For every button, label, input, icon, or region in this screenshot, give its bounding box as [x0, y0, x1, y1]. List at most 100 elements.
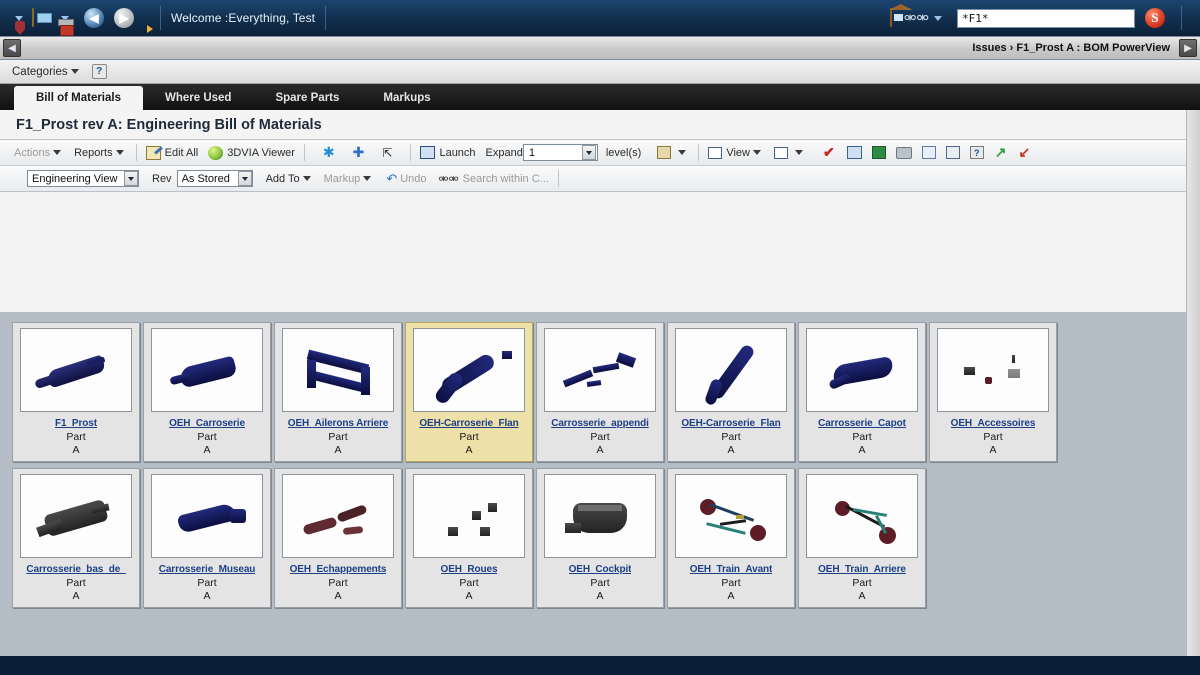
add-to-menu[interactable]: Add To — [266, 173, 300, 185]
part-name-link[interactable]: OEH_Echappements — [290, 564, 387, 575]
bom-card[interactable]: OEH_Roues Part A — [405, 468, 533, 608]
tab-where-used[interactable]: Where Used — [143, 86, 253, 110]
part-type: Part — [590, 431, 610, 443]
part-name-link[interactable]: OEH_Train_Arriere — [818, 564, 906, 575]
part-name-link[interactable]: Carrosserie_appendi — [551, 418, 649, 429]
binoculars-icon[interactable]: ⚮⚮ — [904, 9, 929, 28]
reports-chevron-down-icon[interactable] — [115, 150, 124, 155]
tab-bill-of-materials[interactable]: Bill of Materials — [14, 86, 143, 110]
layout-icon[interactable] — [773, 146, 788, 159]
reports-menu[interactable]: Reports — [74, 147, 113, 159]
undo-icon[interactable]: ↶ — [386, 171, 397, 187]
bom-card[interactable]: OEH_Ailerons Arriere Part A — [274, 322, 402, 462]
view-menu[interactable]: View — [726, 147, 750, 159]
part-revision: A — [203, 590, 211, 602]
apply-checkmark-icon[interactable]: ✔ — [823, 144, 835, 161]
expand-all-icon[interactable]: ↗ — [995, 144, 1007, 161]
part-revision: A — [203, 444, 211, 456]
part-name-link[interactable]: OEH_Ailerons Arriere — [288, 418, 388, 429]
part-name-link[interactable]: Carrosserie_Museau — [159, 564, 256, 575]
tab-markups[interactable]: Markups — [361, 86, 452, 110]
part-name-link[interactable]: OEH_Carroserie — [169, 418, 245, 429]
breadcrumb-forward-button[interactable]: ▶ — [1179, 39, 1197, 57]
vertical-scrollbar[interactable] — [1186, 110, 1200, 656]
engineering-view-chevron-down-icon[interactable] — [124, 171, 138, 186]
view-icon[interactable] — [708, 146, 723, 159]
part-name-link[interactable]: OEH_Cockpit — [569, 564, 632, 575]
rev-chevron-down-icon[interactable] — [237, 171, 252, 186]
bom-card[interactable]: OEH_Accessoires Part A — [929, 322, 1057, 462]
bom-card[interactable]: OEH_Carroserie Part A — [143, 322, 271, 462]
brand-s-icon[interactable]: S — [1145, 8, 1165, 28]
back-icon[interactable]: ◀ — [84, 8, 104, 28]
part-name-link[interactable]: Carrosserie_Capot — [818, 418, 906, 429]
part-name-link[interactable]: OEH_Accessoires — [951, 418, 1036, 429]
breadcrumb-back-button[interactable]: ◀ — [3, 39, 21, 57]
breadcrumb[interactable]: Issues › F1_Prost A : BOM PowerView — [972, 42, 1170, 54]
edit-all-button[interactable]: Edit All — [165, 147, 199, 159]
bom-card[interactable]: OEH_Echappements Part A — [274, 468, 402, 608]
part-name-link[interactable]: F1_Prost — [55, 418, 97, 429]
expand-level-chevron-down-icon[interactable] — [581, 145, 596, 160]
bom-card-selected[interactable]: OEH-Carroserie_Flan Part A — [405, 322, 533, 462]
layout-chevron-down-icon[interactable] — [794, 150, 803, 155]
promote-icon[interactable]: ⇱ — [382, 146, 392, 160]
bom-card[interactable]: OEH_Cockpit Part A — [536, 468, 664, 608]
expand-label: Expand — [485, 146, 523, 159]
help-icon[interactable]: ? — [91, 64, 107, 79]
help-icon-toolbar[interactable]: ? — [969, 146, 984, 159]
search-input[interactable]: *F1* — [957, 8, 1135, 28]
print-icon[interactable] — [895, 146, 912, 159]
fit-columns-icon[interactable] — [846, 146, 862, 159]
bom-card[interactable]: OEH_Train_Arriere Part A — [798, 468, 926, 608]
bom-card[interactable]: OEH-Carroserie_Flan Part A — [667, 322, 795, 462]
search-within-icon[interactable]: ⚮⚮ — [439, 172, 459, 186]
asterisk-icon[interactable]: ✱ — [323, 144, 335, 161]
part-name-link[interactable]: OEH-Carroserie_Flan — [681, 418, 780, 429]
engineering-view-select[interactable]: Engineering View — [27, 170, 139, 187]
part-revision: A — [72, 590, 80, 602]
actions-chevron-down-icon[interactable] — [53, 150, 62, 155]
copy-icon[interactable] — [657, 146, 672, 159]
bom-card[interactable]: Carrosserie_Capot Part A — [798, 322, 926, 462]
collapse-all-icon[interactable]: ↙ — [1018, 144, 1030, 161]
markup-menu[interactable]: Markup — [324, 173, 361, 185]
launch-button[interactable]: Launch — [439, 147, 475, 159]
part-name-link[interactable]: OEH-Carroserie_Flan — [419, 418, 518, 429]
bom-card[interactable]: Carrosserie_Museau Part A — [143, 468, 271, 608]
vrl-icon[interactable] — [921, 146, 936, 159]
search-options-chevron-down-icon[interactable] — [934, 15, 942, 21]
add-to-chevron-down-icon[interactable] — [302, 176, 311, 181]
search-within-button[interactable]: Search within C... — [463, 173, 549, 185]
tab-spare-parts[interactable]: Spare Parts — [253, 86, 361, 110]
part-name-link[interactable]: Carrosserie_bas_de_ — [26, 564, 125, 575]
categories-chevron-down-icon[interactable] — [70, 69, 79, 74]
launch-icon[interactable] — [420, 146, 436, 159]
export-excel-icon[interactable] — [871, 146, 886, 159]
bom-card[interactable]: F1_Prost Part A — [12, 322, 140, 462]
edit-all-icon[interactable] — [145, 145, 161, 160]
bom-card[interactable]: Carrosserie_bas_de_ Part A — [12, 468, 140, 608]
3dvia-viewer-icon[interactable] — [208, 145, 224, 160]
copy-chevron-down-icon[interactable] — [678, 150, 687, 155]
part-thumbnail — [675, 328, 787, 412]
3dvia-viewer-button[interactable]: 3DVIA Viewer — [227, 147, 295, 159]
part-name-link[interactable]: OEH_Roues — [441, 564, 498, 575]
bom-card[interactable]: OEH_Train_Avant Part A — [667, 468, 795, 608]
add-icon[interactable]: ✚ — [353, 144, 365, 161]
top-toolbar: ◀ ▶ Welcome :Everything, Test ⚮⚮ *F1* S — [0, 0, 1200, 36]
part-name-link[interactable]: OEH_Train_Avant — [690, 564, 773, 575]
bom-card[interactable]: Carrosserie_appendi Part A — [536, 322, 664, 462]
sort-icon[interactable] — [945, 146, 960, 159]
categories-menu[interactable]: Categories — [12, 66, 68, 78]
globe-menu-chevron-down-icon[interactable] — [15, 15, 23, 21]
home-icon[interactable] — [889, 8, 892, 27]
primary-toolbar: Actions Reports Edit All 3DVIA Viewer ✱ … — [0, 140, 1200, 166]
actions-menu[interactable]: Actions — [14, 147, 50, 159]
markup-chevron-down-icon[interactable] — [363, 176, 372, 181]
forward-icon[interactable]: ▶ — [114, 8, 134, 28]
welcome-text: Welcome :Everything, Test — [171, 11, 316, 25]
folder-menu-icon[interactable] — [32, 8, 34, 27]
undo-button[interactable]: Undo — [400, 173, 426, 185]
view-chevron-down-icon[interactable] — [752, 150, 761, 155]
